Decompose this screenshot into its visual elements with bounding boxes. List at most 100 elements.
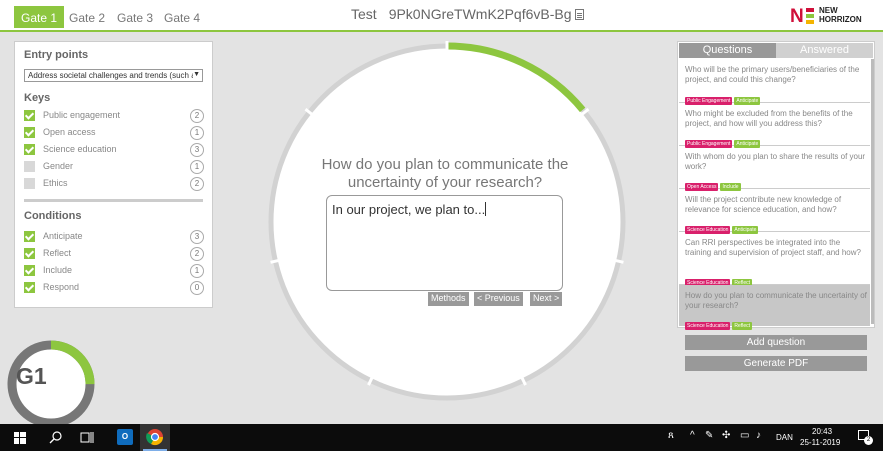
key-label: Public engagement xyxy=(43,110,121,120)
tab-gate-1[interactable]: Gate 1 xyxy=(14,6,65,28)
clock-time[interactable]: 20:43 xyxy=(812,427,832,436)
condition-row-anticipate[interactable]: Anticipate 3 xyxy=(24,230,206,245)
key-row-open-access[interactable]: Open access 1 xyxy=(24,126,206,141)
keys-title: Keys xyxy=(24,92,51,104)
question-text: Who might be excluded from the benefits … xyxy=(685,109,853,128)
tag: Science Education xyxy=(685,322,731,330)
checkbox[interactable] xyxy=(24,282,35,293)
tab-gate-2[interactable]: Gate 2 xyxy=(62,6,112,28)
question-text: Can RRI perspectives be integrated into … xyxy=(685,238,861,257)
entry-points-select-value: Address societal challenges and trends (… xyxy=(28,71,196,80)
condition-label: Respond xyxy=(43,282,80,292)
tag-list: Science Education Reflect xyxy=(685,314,754,332)
condition-row-respond[interactable]: Respond 0 xyxy=(24,281,206,296)
question-item[interactable]: Will the project contribute new knowledg… xyxy=(679,189,870,234)
task-view-icon[interactable] xyxy=(80,431,94,444)
logo-line-1: NEW xyxy=(819,6,838,15)
outlook-icon[interactable]: O xyxy=(117,429,133,445)
count-badge: 3 xyxy=(190,143,204,157)
project-name: Test xyxy=(351,6,377,22)
logo-bar-green xyxy=(806,14,814,18)
logo-text: NEW HORRIZON xyxy=(819,6,862,24)
next-button[interactable]: Next > xyxy=(530,292,563,306)
document-title: Test 9Pk0NGreTWmK2Pqf6vB-Bg xyxy=(351,6,584,22)
checkbox[interactable] xyxy=(24,144,35,155)
methods-button[interactable]: Methods xyxy=(428,292,469,306)
count-badge: 1 xyxy=(190,264,204,278)
keyboard-language[interactable]: DAN xyxy=(776,433,793,442)
logo-bar-yellow xyxy=(806,20,814,24)
checkbox[interactable] xyxy=(24,265,35,276)
key-label: Gender xyxy=(43,161,74,171)
checkbox[interactable] xyxy=(24,110,35,121)
pen-icon[interactable]: ✎ xyxy=(705,430,713,441)
logo-bar-red xyxy=(806,8,814,12)
key-label: Science education xyxy=(43,144,117,154)
checkbox[interactable] xyxy=(24,178,35,189)
count-badge: 2 xyxy=(190,247,204,261)
text-caret xyxy=(485,202,487,216)
tab-questions[interactable]: Questions xyxy=(679,43,776,58)
scrollbar[interactable] xyxy=(871,59,874,324)
key-label: Open access xyxy=(43,127,96,137)
count-badge: 3 xyxy=(190,230,204,244)
questions-panel: Questions Answered Who will be the prima… xyxy=(677,41,875,330)
battery-icon[interactable]: ▭ xyxy=(740,430,749,441)
logo-letter: N xyxy=(790,6,804,27)
key-row-gender[interactable]: Gender 1 xyxy=(24,160,206,175)
checkbox[interactable] xyxy=(24,231,35,242)
network-icon[interactable]: ✣ xyxy=(722,430,730,441)
document-icon[interactable] xyxy=(574,9,584,20)
search-icon[interactable] xyxy=(49,431,62,444)
notification-count: 2 xyxy=(864,436,873,445)
tab-gate-3[interactable]: Gate 3 xyxy=(110,6,160,28)
question-item-selected[interactable]: How do you plan to communicate the uncer… xyxy=(679,285,870,330)
taskbar: O ጸ ^ ✎ ✣ ▭ ♪ DAN 20:43 25-11-2019 2 xyxy=(0,424,883,451)
checkbox[interactable] xyxy=(24,127,35,138)
question-item[interactable]: With whom do you plan to share the resul… xyxy=(679,146,870,191)
count-badge: 0 xyxy=(190,281,204,295)
answer-textarea[interactable]: In our project, we plan to... xyxy=(326,195,563,291)
tab-answered[interactable]: Answered xyxy=(776,43,873,58)
previous-button[interactable]: < Previous xyxy=(474,292,523,306)
windows-start-icon[interactable] xyxy=(14,432,26,444)
question-item[interactable]: Who will be the primary users/beneficiar… xyxy=(679,59,870,105)
key-row-ethics[interactable]: Ethics 2 xyxy=(24,177,206,192)
filters-panel: Entry points Address societal challenges… xyxy=(14,41,213,308)
count-badge: 1 xyxy=(190,126,204,140)
question-text: Will the project contribute new knowledg… xyxy=(685,195,842,214)
gate-badge-label: G1 xyxy=(16,363,47,389)
key-row-public-engagement[interactable]: Public engagement 2 xyxy=(24,109,206,124)
question-text: How do you plan to communicate the uncer… xyxy=(685,291,867,310)
key-label: Ethics xyxy=(43,178,68,188)
current-question: How do you plan to communicate the uncer… xyxy=(321,156,569,191)
top-bar: Gate 1 Gate 2 Gate 3 Gate 4 Test 9Pk0NGre… xyxy=(0,0,883,32)
condition-label: Reflect xyxy=(43,248,72,258)
question-text: With whom do you plan to share the resul… xyxy=(685,152,866,171)
conditions-title: Conditions xyxy=(24,210,82,222)
logo-line-2: HORRIZON xyxy=(819,15,862,24)
dropdown-arrow-icon: ▼ xyxy=(193,71,200,78)
question-item[interactable]: Can RRI perspectives be integrated into … xyxy=(679,232,870,287)
question-item[interactable]: Who might be excluded from the benefits … xyxy=(679,103,870,148)
clock-date[interactable]: 25-11-2019 xyxy=(800,438,840,447)
notifications-icon[interactable]: 2 xyxy=(858,430,873,445)
key-row-science-education[interactable]: Science education 3 xyxy=(24,143,206,158)
entry-points-select[interactable]: Address societal challenges and trends (… xyxy=(24,69,203,82)
checkbox[interactable] xyxy=(24,248,35,259)
condition-row-include[interactable]: Include 1 xyxy=(24,264,206,279)
condition-label: Include xyxy=(43,265,73,275)
add-question-button[interactable]: Add question xyxy=(685,335,867,350)
checkbox[interactable] xyxy=(24,161,35,172)
generate-pdf-button[interactable]: Generate PDF xyxy=(685,356,867,371)
people-icon[interactable]: ጸ xyxy=(668,430,674,441)
chrome-icon[interactable] xyxy=(140,424,170,451)
condition-row-reflect[interactable]: Reflect 2 xyxy=(24,247,206,262)
entry-points-title: Entry points xyxy=(24,49,89,61)
count-badge: 1 xyxy=(190,160,204,174)
condition-label: Anticipate xyxy=(43,231,83,241)
volume-icon[interactable]: ♪ xyxy=(756,430,761,441)
count-badge: 2 xyxy=(190,177,204,191)
tab-gate-4[interactable]: Gate 4 xyxy=(157,6,207,28)
chevron-up-icon[interactable]: ^ xyxy=(690,430,695,441)
